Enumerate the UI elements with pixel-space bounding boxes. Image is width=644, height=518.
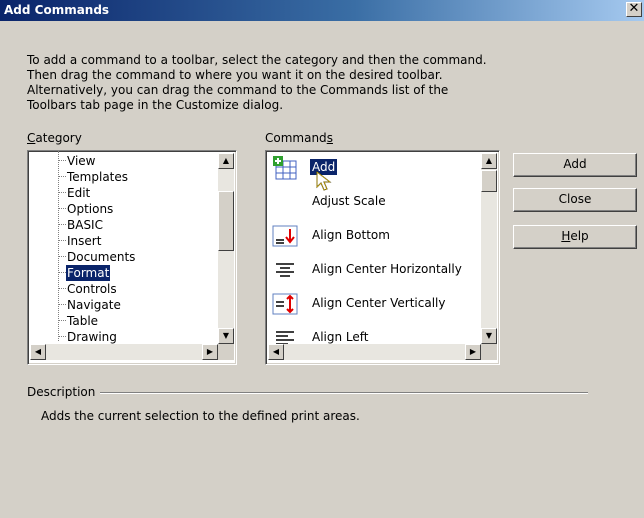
window-title: Add Commands: [4, 3, 110, 17]
command-item-align-bottom[interactable]: Align Bottom: [270, 219, 470, 253]
tree-branch: [58, 176, 66, 177]
intro-line: To add a command to a toolbar, select th…: [27, 53, 487, 67]
title-bar: Add Commands ✕: [0, 0, 644, 21]
category-label-rest: ategory: [35, 131, 82, 145]
description-label: Description: [27, 385, 96, 399]
help-button[interactable]: Help: [513, 225, 637, 249]
scroll-left-icon[interactable]: ◀: [268, 344, 284, 360]
scroll-thumb[interactable]: [218, 191, 234, 251]
close-button[interactable]: Close: [513, 188, 637, 212]
tree-branch: [58, 304, 66, 305]
help-label-rest: elp: [570, 229, 589, 243]
scroll-corner: [218, 344, 234, 360]
commands-label-mnemonic: s: [326, 131, 333, 145]
add-button[interactable]: Add: [513, 153, 637, 177]
category-item-documents[interactable]: Documents: [66, 249, 136, 265]
description-text: Adds the current selection to the define…: [41, 409, 360, 423]
category-item-view[interactable]: View: [66, 153, 96, 169]
command-label: Align Left: [312, 330, 369, 344]
category-item-edit[interactable]: Edit: [66, 185, 91, 201]
tree-branch: [58, 160, 66, 161]
tree-branch: [58, 272, 66, 273]
category-label: Category: [27, 131, 82, 145]
intro-line: Toolbars tab page in the Customize dialo…: [27, 98, 284, 112]
scroll-corner: [481, 344, 497, 360]
scroll-right-icon[interactable]: ▶: [202, 344, 218, 360]
align-center-horizontal-icon: [276, 263, 294, 277]
category-item-drawing[interactable]: Drawing: [66, 329, 118, 345]
category-item-table[interactable]: Table: [66, 313, 99, 329]
scroll-right-icon[interactable]: ▶: [465, 344, 481, 360]
command-item-add[interactable]: Add: [270, 151, 470, 191]
align-center-vertical-icon: [272, 293, 298, 315]
scroll-up-icon[interactable]: ▲: [218, 153, 234, 169]
tree-branch: [58, 192, 66, 193]
category-list[interactable]: View Templates Edit Options BASIC Insert…: [27, 150, 237, 365]
align-bottom-icon: [272, 225, 298, 247]
scroll-down-icon[interactable]: ▼: [481, 328, 497, 344]
command-label: Align Bottom: [312, 228, 390, 242]
tree-branch: [58, 208, 66, 209]
help-mnemonic: H: [561, 229, 571, 243]
tree-branch: [58, 256, 66, 257]
intro-line: Alternatively, you can drag the command …: [27, 83, 449, 97]
scroll-down-icon[interactable]: ▼: [218, 328, 234, 344]
scroll-left-icon[interactable]: ◀: [30, 344, 46, 360]
commands-label: Commands: [265, 131, 333, 145]
tree-branch: [58, 224, 66, 225]
command-label: Align Center Vertically: [312, 296, 446, 310]
intro-text: To add a command to a toolbar, select th…: [27, 53, 547, 113]
intro-line: Then drag the command to where you want …: [27, 68, 443, 82]
command-item-align-center-horizontally[interactable]: Align Center Horizontally: [270, 253, 470, 287]
category-item-options[interactable]: Options: [66, 201, 114, 217]
scroll-thumb[interactable]: [481, 170, 497, 192]
description-separator: [100, 392, 588, 394]
category-item-insert[interactable]: Insert: [66, 233, 102, 249]
tree-branch: [58, 320, 66, 321]
add-table-icon: [273, 156, 297, 180]
commands-hscroll[interactable]: ◀ ▶: [268, 344, 481, 360]
category-item-controls[interactable]: Controls: [66, 281, 118, 297]
command-label: Align Center Horizontally: [312, 262, 462, 276]
tree-branch: [58, 288, 66, 289]
tree-line: [58, 151, 59, 341]
commands-vscroll[interactable]: ▲ ▼: [481, 153, 497, 344]
category-item-templates[interactable]: Templates: [66, 169, 129, 185]
category-vscroll[interactable]: ▲ ▼: [218, 153, 234, 344]
category-item-navigate[interactable]: Navigate: [66, 297, 122, 313]
tree-branch: [58, 336, 66, 337]
command-item-align-center-vertically[interactable]: Align Center Vertically: [270, 287, 470, 321]
category-hscroll[interactable]: ◀ ▶: [30, 344, 218, 360]
command-label: Adjust Scale: [312, 194, 386, 208]
tree-branch: [58, 240, 66, 241]
scroll-up-icon[interactable]: ▲: [481, 153, 497, 169]
command-item-adjust-scale[interactable]: Adjust Scale: [270, 185, 470, 219]
commands-label-rest: Command: [265, 131, 327, 145]
category-item-format[interactable]: Format: [66, 265, 111, 281]
commands-list[interactable]: Add Adjust Scale Align Bottom Align Cent…: [265, 150, 500, 365]
category-item-basic[interactable]: BASIC: [66, 217, 104, 233]
close-icon[interactable]: ✕: [626, 2, 642, 17]
